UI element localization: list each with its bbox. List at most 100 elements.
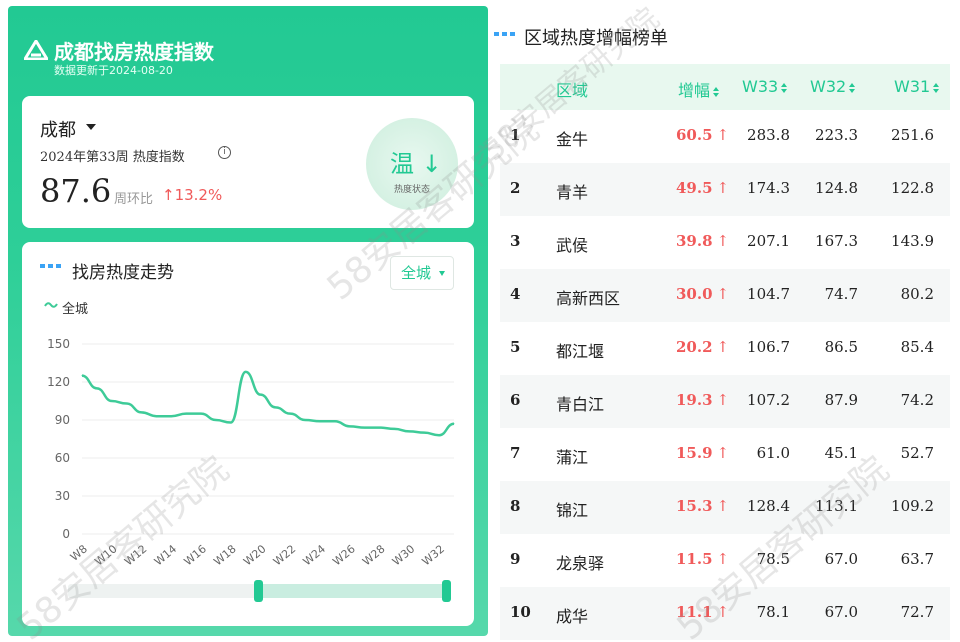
table-header: 区域 增幅 W33 W32 W31 <box>500 64 950 110</box>
data-point[interactable] <box>453 423 455 425</box>
area-cell: 蒲江 <box>556 448 589 467</box>
y-tick-label: 120 <box>47 375 70 389</box>
data-point[interactable] <box>274 406 276 408</box>
logo-icon <box>24 40 48 60</box>
data-point[interactable] <box>81 375 83 377</box>
arrow-up-icon: ↑ <box>716 497 730 515</box>
increase-cell: 60.5 ↑ <box>676 126 729 144</box>
caret-down-icon[interactable] <box>86 124 96 130</box>
w31-cell: 122.8 <box>891 179 934 197</box>
sort-icon[interactable] <box>781 82 788 93</box>
x-tick-label: W10 <box>92 542 119 568</box>
zoom-handle-right[interactable] <box>442 580 451 602</box>
data-point[interactable] <box>349 425 351 427</box>
data-point[interactable] <box>423 432 425 434</box>
sort-icon[interactable] <box>713 86 720 97</box>
header-w32[interactable]: W32 <box>810 77 856 96</box>
app-title: 成都找房热度指数 <box>54 40 214 64</box>
sort-icon[interactable] <box>849 82 856 93</box>
arrow-up-icon: ↑ <box>716 179 730 197</box>
w33-cell: 104.7 <box>747 285 790 303</box>
increase-cell: 11.5 ↑ <box>676 550 729 568</box>
zoom-range[interactable] <box>258 584 448 598</box>
data-point[interactable] <box>319 420 321 422</box>
table-row[interactable]: 4 高新西区 104.7 74.7 80.2 30.0 ↑ <box>500 269 950 322</box>
data-point[interactable] <box>304 419 306 421</box>
rank-cell: 5 <box>510 338 521 356</box>
data-point[interactable] <box>155 415 157 417</box>
data-point[interactable] <box>170 415 172 417</box>
area-cell: 金牛 <box>556 130 589 149</box>
data-point[interactable] <box>289 413 291 415</box>
ranking-title: 区域热度增幅榜单 <box>524 28 668 49</box>
w33-cell: 107.2 <box>747 391 790 409</box>
zoom-handle-left[interactable] <box>254 580 263 602</box>
header-increase[interactable]: 增幅 <box>678 77 720 101</box>
rank-cell: 10 <box>510 603 531 621</box>
wow-value: ↑13.2% <box>162 186 223 204</box>
area-cell: 都江堰 <box>556 342 605 361</box>
w32-cell: 45.1 <box>824 444 858 462</box>
data-point[interactable] <box>111 400 113 402</box>
w33-cell: 78.5 <box>756 550 790 568</box>
w32-cell: 167.3 <box>815 232 858 250</box>
increase-cell: 49.5 ↑ <box>676 179 729 197</box>
status-caption: 热度状态 <box>393 185 430 195</box>
data-point[interactable] <box>364 427 366 429</box>
y-tick-label: 90 <box>55 413 70 427</box>
data-point[interactable] <box>260 394 262 396</box>
table-row[interactable]: 8 锦江 128.4 113.1 109.2 15.3 ↑ <box>500 481 950 534</box>
x-tick-label: W30 <box>390 542 417 568</box>
area-cell: 锦江 <box>556 501 589 520</box>
increase-value: 60.5 <box>676 126 713 144</box>
data-point[interactable] <box>200 413 202 415</box>
w32-cell: 86.5 <box>824 338 858 356</box>
data-point[interactable] <box>126 403 128 405</box>
data-point[interactable] <box>334 420 336 422</box>
w33-cell: 128.4 <box>747 497 790 515</box>
data-point[interactable] <box>408 430 410 432</box>
w32-cell: 74.7 <box>824 285 858 303</box>
table-row[interactable]: 5 都江堰 106.7 86.5 85.4 20.2 ↑ <box>500 322 950 375</box>
table-row[interactable]: 1 金牛 283.8 223.3 251.6 60.5 ↑ <box>500 110 950 163</box>
x-tick-label: W20 <box>241 542 268 568</box>
w32-cell: 67.0 <box>824 603 858 621</box>
data-point[interactable] <box>230 422 232 424</box>
increase-value: 49.5 <box>676 179 713 197</box>
x-tick-label: W18 <box>211 542 238 568</box>
increase-cell: 15.3 ↑ <box>676 497 729 515</box>
header-w33[interactable]: W33 <box>742 77 788 96</box>
increase-value: 11.5 <box>676 550 713 568</box>
arrow-up-icon: ↑ <box>716 126 730 144</box>
table-row[interactable]: 3 武侯 207.1 167.3 143.9 39.8 ↑ <box>500 216 950 269</box>
update-time: 数据更新于2024-08-20 <box>54 64 173 77</box>
table-row[interactable]: 2 青羊 174.3 124.8 122.8 49.5 ↑ <box>500 163 950 216</box>
info-icon[interactable]: i <box>218 146 231 159</box>
table-row[interactable]: 10 成华 78.1 67.0 72.7 11.1 ↑ <box>500 587 950 640</box>
city-selector[interactable]: 成都 <box>40 116 76 142</box>
data-point[interactable] <box>245 371 247 373</box>
table-row[interactable]: 6 青白江 107.2 87.9 74.2 19.3 ↑ <box>500 375 950 428</box>
data-point[interactable] <box>393 428 395 430</box>
table-row[interactable]: 9 龙泉驿 78.5 67.0 63.7 11.5 ↑ <box>500 534 950 587</box>
increase-cell: 20.2 ↑ <box>676 338 729 356</box>
data-point[interactable] <box>438 434 440 436</box>
data-point[interactable] <box>141 411 143 413</box>
table-row[interactable]: 7 蒲江 61.0 45.1 52.7 15.9 ↑ <box>500 428 950 481</box>
w33-cell: 174.3 <box>747 179 790 197</box>
data-point[interactable] <box>185 413 187 415</box>
header-w31[interactable]: W31 <box>894 77 940 96</box>
arrow-up-icon: ↑ <box>716 391 730 409</box>
data-point[interactable] <box>96 387 98 389</box>
data-point[interactable] <box>215 419 217 421</box>
data-point[interactable] <box>379 427 381 429</box>
sort-icon[interactable] <box>933 82 940 93</box>
header-area: 区域 <box>556 81 589 100</box>
y-tick-label: 60 <box>55 451 70 465</box>
x-tick-label: W32 <box>420 542 447 568</box>
area-cell: 高新西区 <box>556 289 621 308</box>
header-increase-label: 增幅 <box>678 81 711 100</box>
arrow-up-icon: ↑ <box>716 444 730 462</box>
series-line <box>81 370 455 437</box>
area-cell: 青白江 <box>556 395 605 414</box>
